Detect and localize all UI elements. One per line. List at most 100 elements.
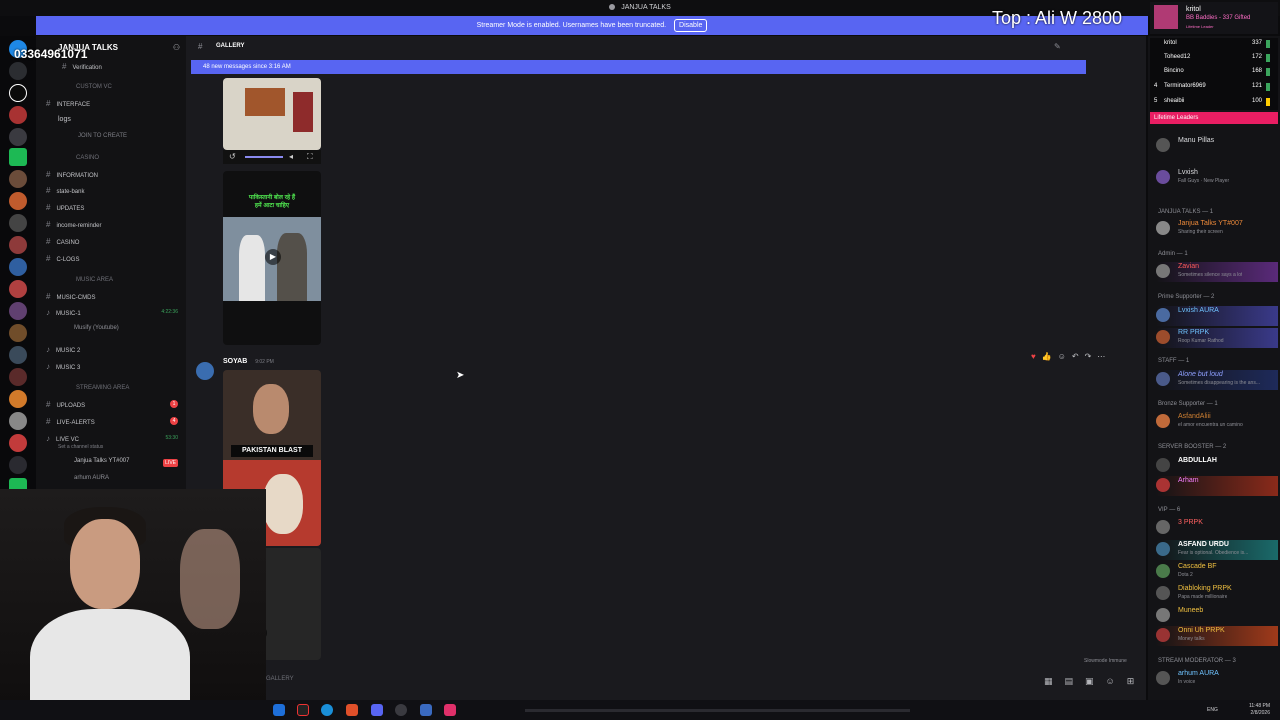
voice-channel-music-3[interactable]: ♪ MUSIC 3 (46, 362, 80, 371)
unread-badge: 4 (170, 417, 178, 425)
channel-casino[interactable]: # CASINO (46, 237, 79, 246)
volume-icon[interactable]: ◂ (289, 152, 293, 161)
channel-updates[interactable]: # UPDATES (46, 203, 84, 212)
voice-user-janjua[interactable]: Janjua Talks YT#007 (74, 458, 129, 464)
new-messages-bar[interactable]: 48 new messages since 3:16 AM (191, 60, 1086, 74)
channel-join-to-create[interactable]: JOIN TO CREATE (78, 133, 127, 139)
member[interactable]: Lvxish AURA (1156, 306, 1278, 326)
server-icon[interactable] (9, 280, 27, 298)
server-icon[interactable] (9, 390, 27, 408)
clock[interactable]: 11:48 PM 2/8/2026 (1249, 703, 1270, 717)
image-attachment[interactable] (223, 78, 321, 150)
category-streaming-area[interactable]: STREAMING AREA (76, 385, 129, 391)
channel-status[interactable]: Set a channel status (58, 444, 103, 450)
message-author[interactable]: SOYAB (223, 358, 247, 365)
channel-uploads[interactable]: # UPLOADS (46, 400, 85, 409)
server-icon[interactable] (9, 456, 27, 474)
server-icon[interactable] (9, 170, 27, 188)
voice-channel-music-2[interactable]: ♪ MUSIC 2 (46, 345, 80, 354)
member-group-header: STAFF — 1 (1158, 358, 1190, 364)
video-attachment[interactable]: पाकिस्तानी बोल रहे हैं हमें आटा चाहिए ▶ (223, 171, 321, 345)
edge-icon[interactable] (321, 704, 333, 716)
volume-slider[interactable] (245, 156, 283, 158)
server-icon[interactable] (9, 412, 27, 430)
member[interactable]: arhum AURA In voice (1156, 669, 1278, 689)
member[interactable]: Janjua Talks YT#007 Sharing their screen (1156, 219, 1278, 239)
channel-income-reminder[interactable]: # income-reminder (46, 220, 101, 229)
heart-reaction-icon[interactable]: ♥ (1031, 352, 1036, 364)
thumbs-up-icon[interactable]: 👍 (1042, 352, 1052, 364)
gift-icon[interactable]: ▦ (1044, 676, 1053, 687)
obs-icon[interactable] (395, 704, 407, 716)
fullscreen-icon[interactable]: ⛶ (307, 152, 313, 162)
apps-icon[interactable]: ⊞ (1127, 676, 1135, 687)
server-icon[interactable] (9, 192, 27, 210)
add-reaction-icon[interactable]: ☺ (1058, 352, 1066, 364)
app-icon[interactable] (297, 704, 309, 716)
member[interactable]: Cascade BF Dota 2 (1156, 562, 1278, 582)
server-icon[interactable] (9, 236, 27, 254)
server-icon[interactable] (9, 324, 27, 342)
server-icon[interactable] (9, 302, 27, 320)
sticker-icon[interactable]: ▣ (1085, 676, 1094, 687)
emoji-icon[interactable]: ☺ (1106, 676, 1115, 687)
voice-user-arhum[interactable]: arhum AURA (74, 475, 109, 481)
member[interactable]: Onni Uh PRPK Money talks (1156, 626, 1278, 646)
voice-user-musify[interactable]: Musify (Youtube) (74, 325, 119, 331)
member[interactable]: Diabloking PRPK Papa made millionaire (1156, 584, 1278, 604)
gif-icon[interactable]: ▤ (1065, 676, 1074, 687)
channel-logs[interactable]: logs (58, 116, 71, 123)
pin-icon[interactable]: ✎ (1054, 42, 1061, 51)
more-icon[interactable]: ⋯ (1097, 352, 1105, 364)
category-music-area[interactable]: MUSIC AREA (76, 277, 113, 283)
channel-interface[interactable]: # INTERFACE (46, 99, 90, 108)
member[interactable]: 3 PRPK (1156, 518, 1278, 538)
voice-channel-music-1[interactable]: ♪ MUSIC-1 (46, 308, 81, 317)
brave-icon[interactable] (346, 704, 358, 716)
search-icon[interactable] (273, 704, 285, 716)
channel-live-alerts[interactable]: # LIVE-ALERTS (46, 417, 95, 426)
voice-channel-live-vc[interactable]: ♪ LIVE VC (46, 434, 79, 443)
member[interactable]: Arham (1156, 476, 1278, 496)
channel-verification[interactable]: # Verification (62, 62, 102, 71)
streamer-mode-text: Streamer Mode is enabled. Usernames have… (476, 22, 667, 29)
message-composer[interactable]: GALLERY (266, 676, 294, 682)
server-icon[interactable] (9, 106, 27, 124)
server-icon[interactable] (9, 258, 27, 276)
channel-music-cmds[interactable]: # MUSIC-CMDS (46, 292, 95, 301)
member[interactable]: AsfandAliii el amor encuentra un camino (1156, 412, 1278, 432)
kick-server-icon[interactable] (9, 148, 27, 166)
member[interactable]: RR PRPK Roop Kumar Rathod (1156, 328, 1278, 348)
add-member-icon[interactable]: ⚇ (173, 43, 180, 52)
server-icon[interactable] (9, 346, 27, 364)
member[interactable]: Manu Pillas (1156, 136, 1278, 156)
member[interactable]: ASFAND URDU Fear is optional. Obedience i… (1156, 540, 1278, 560)
discord-icon[interactable] (371, 704, 383, 716)
category-custom-vc[interactable]: CUSTOM VC (76, 84, 112, 90)
language-indicator[interactable]: ENG (1207, 707, 1218, 713)
member[interactable]: Alone but loud Sometimes disappearing is … (1156, 370, 1278, 390)
server-icon[interactable] (9, 434, 27, 452)
avatar[interactable] (196, 362, 214, 380)
replay-icon[interactable]: ↺ (229, 152, 236, 161)
server-icon[interactable] (9, 128, 27, 146)
app-icon[interactable] (420, 704, 432, 716)
server-icon[interactable] (9, 368, 27, 386)
channel-information[interactable]: # INFORMATION (46, 170, 98, 179)
server-icon[interactable] (9, 214, 27, 232)
member[interactable]: Muneeb (1156, 606, 1278, 626)
server-icon[interactable] (9, 62, 27, 80)
webcam-overlay (0, 489, 266, 720)
member[interactable]: Zavian Sometimes silence says a lot (1156, 262, 1278, 282)
play-icon[interactable]: ▶ (265, 249, 281, 265)
member[interactable]: ABDULLAH (1156, 456, 1278, 476)
channel-c-logs[interactable]: # C-LOGS (46, 254, 79, 263)
channel-state-bank[interactable]: # state-bank (46, 186, 84, 195)
forward-icon[interactable]: ↷ (1085, 352, 1092, 364)
disable-button[interactable]: Disable (674, 19, 708, 32)
infinity-server-icon[interactable] (9, 84, 27, 102)
member[interactable]: Lvxish Fall Guys · New Player (1156, 168, 1278, 188)
category-casino[interactable]: CASINO (76, 155, 99, 161)
app-icon[interactable] (444, 704, 456, 716)
reply-icon[interactable]: ↶ (1072, 352, 1079, 364)
